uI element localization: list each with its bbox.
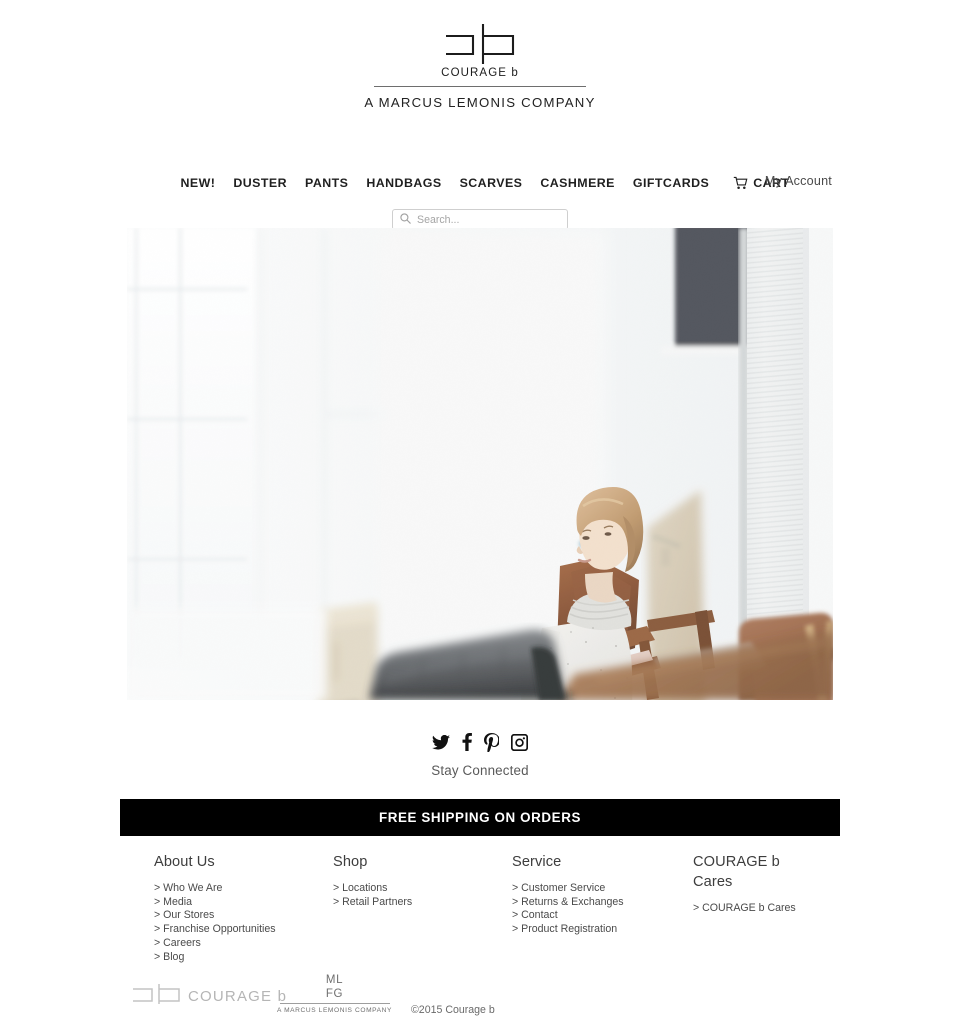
footer-link-careers[interactable]: > Careers [154,937,276,951]
mlfg-divider [279,1003,390,1004]
footer-link-our-stores[interactable]: > Our Stores [154,909,276,923]
search-input[interactable] [417,213,560,226]
masthead: COURAGE b A MARCUS LEMONIS COMPANY [0,0,960,110]
search-row [0,209,960,230]
mlfg-tagline: A MARCUS LEMONIS COMPANY [277,1007,393,1014]
footer-link-contact[interactable]: > Contact [512,909,624,923]
social-icon-list [432,730,528,754]
nav-item-giftcards[interactable]: GIFTCARDS [633,176,709,190]
mlfg-line-2: FG [325,987,344,1000]
cb-monogram-icon[interactable] [443,22,517,66]
pinterest-icon[interactable] [484,732,499,752]
footer-title-cares: Cares [693,874,733,890]
mlfg-logo[interactable]: ML FG A MARCUS LEMONIS COMPANY [277,974,393,1014]
logo-wordmark: COURAGE b [441,67,519,79]
footer-title-shop: Shop [333,854,368,870]
hero-image[interactable] [127,228,833,700]
shopping-cart-icon [733,176,748,190]
nav-item-cashmere[interactable]: CASHMERE [540,176,615,190]
footer-brand-wordmark: COURAGE b [188,988,288,1005]
footer-brand-logo[interactable]: COURAGE b [131,983,287,1010]
footer-link-retail-partners[interactable]: > Retail Partners [333,896,412,910]
footer-title-about-us: About Us [154,854,215,870]
mlfg-line-1: ML [325,974,344,986]
footer-link-product-registration[interactable]: > Product Registration [512,923,624,937]
instagram-icon[interactable] [511,733,528,751]
footer-link-blog[interactable]: > Blog [154,951,276,965]
footer-link-customer-service[interactable]: > Customer Service [512,882,624,896]
search-box[interactable] [392,209,568,230]
bottom-bar: COURAGE b ML FG A MARCUS LEMONIS COMPANY… [0,974,960,1025]
footer-link-locations[interactable]: > Locations [333,882,412,896]
page-root: COURAGE b A MARCUS LEMONIS COMPANY NEW! … [0,0,960,1028]
footer-title-service: Service [512,854,562,870]
social-section: Stay Connected [0,730,960,778]
free-shipping-banner[interactable]: FREE SHIPPING ON ORDERS [120,799,840,836]
footer-link-franchise-opportunities[interactable]: > Franchise Opportunities [154,923,276,937]
stay-connected-label: Stay Connected [431,763,529,778]
logo-tagline: A MARCUS LEMONIS COMPANY [364,95,596,110]
footer-link-courage-b-cares[interactable]: > COURAGE b Cares [693,902,796,916]
facebook-icon[interactable] [462,733,472,751]
footer-column-shop: Shop > Locations > Retail Partners [333,852,412,909]
search-icon [400,211,411,229]
footer-column-courage-b-cares: COURAGE b Cares > COURAGE b Cares [693,852,796,916]
footer-link-returns-exchanges[interactable]: > Returns & Exchanges [512,896,624,910]
nav-item-duster[interactable]: DUSTER [233,176,287,190]
logo-divider [374,86,586,87]
footer-column-about-us: About Us > Who We Are > Media > Our Stor… [154,852,276,964]
nav-item-pants[interactable]: PANTS [305,176,348,190]
nav-item-handbags[interactable]: HANDBAGS [366,176,441,190]
nav-item-new[interactable]: NEW! [181,176,216,190]
cb-monogram-icon-small [131,983,181,1010]
nav-item-scarves[interactable]: SCARVES [460,176,523,190]
copyright-text: ©2015 Courage b [411,1004,495,1016]
primary-navigation: NEW! DUSTER PANTS HANDBAGS SCARVES CASHM… [0,168,960,198]
footer-title-courage-b: COURAGE b [693,854,780,870]
footer-columns: About Us > Who We Are > Media > Our Stor… [0,852,960,963]
twitter-icon[interactable] [432,734,450,750]
my-account-link[interactable]: My Account [765,174,832,188]
footer-link-media[interactable]: > Media [154,896,276,910]
footer-link-who-we-are[interactable]: > Who We Are [154,882,276,896]
footer-column-service: Service > Customer Service > Returns & E… [512,852,624,937]
